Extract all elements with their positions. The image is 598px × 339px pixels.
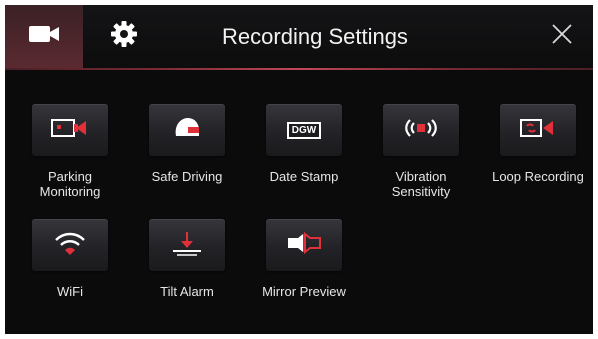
safe-driving-label: Safe Driving: [128, 169, 246, 184]
wifi-button[interactable]: [32, 219, 108, 271]
label-line: Date Stamp: [269, 169, 339, 184]
label-line: Monitoring: [39, 184, 101, 199]
parking-monitoring-button[interactable]: [32, 104, 108, 156]
tilt-alarm-icon: [169, 229, 205, 262]
wifi-label: WiFi: [11, 284, 129, 299]
mirror-preview-button[interactable]: [266, 219, 342, 271]
label-line: Mirror Preview: [262, 284, 346, 299]
recording-settings-screen: Recording Settings Parking Monitoring Sa…: [5, 5, 593, 334]
tilt-alarm-label: Tilt Alarm: [128, 284, 246, 299]
label-line: Loop Recording: [492, 169, 584, 184]
tilt-alarm-button[interactable]: [149, 219, 225, 271]
label-line: Vibration: [395, 169, 447, 184]
safe-driving-button[interactable]: [149, 104, 225, 156]
label-line: Safe Driving: [151, 169, 223, 184]
mirror-preview-label: Mirror Preview: [245, 284, 363, 299]
date-stamp-label: Date Stamp: [245, 169, 363, 184]
vibration-sensitivity-label: Vibration Sensitivity: [362, 169, 480, 199]
header-bar: Recording Settings: [5, 5, 593, 68]
label-line: Parking: [47, 169, 93, 184]
date-stamp-button[interactable]: DGW: [266, 104, 342, 156]
close-icon: [551, 23, 573, 50]
page-title: Recording Settings: [222, 23, 408, 49]
label-line: Sensitivity: [391, 184, 451, 199]
vibration-sensitivity-button[interactable]: [383, 104, 459, 156]
loop-recording-icon: [518, 116, 558, 145]
loop-recording-label: Loop Recording: [479, 169, 593, 184]
date-stamp-icon: DGW: [287, 121, 321, 139]
header-divider: [5, 68, 593, 70]
gear-icon: [109, 19, 139, 54]
label-line: Tilt Alarm: [160, 284, 214, 299]
mirror-preview-icon: [284, 231, 324, 260]
video-camera-icon: [28, 23, 60, 50]
helmet-icon: [171, 114, 203, 147]
loop-recording-button[interactable]: [500, 104, 576, 156]
tab-settings[interactable]: [85, 5, 163, 68]
tab-recording[interactable]: [5, 5, 83, 68]
parking-monitoring-label: Parking Monitoring: [11, 169, 129, 199]
vibration-icon: [401, 116, 441, 145]
date-stamp-icon-text: DGW: [291, 124, 317, 136]
close-button[interactable]: [545, 19, 579, 53]
wifi-icon: [53, 229, 87, 262]
parking-camera-icon: [50, 116, 90, 145]
label-line: WiFi: [57, 284, 83, 299]
